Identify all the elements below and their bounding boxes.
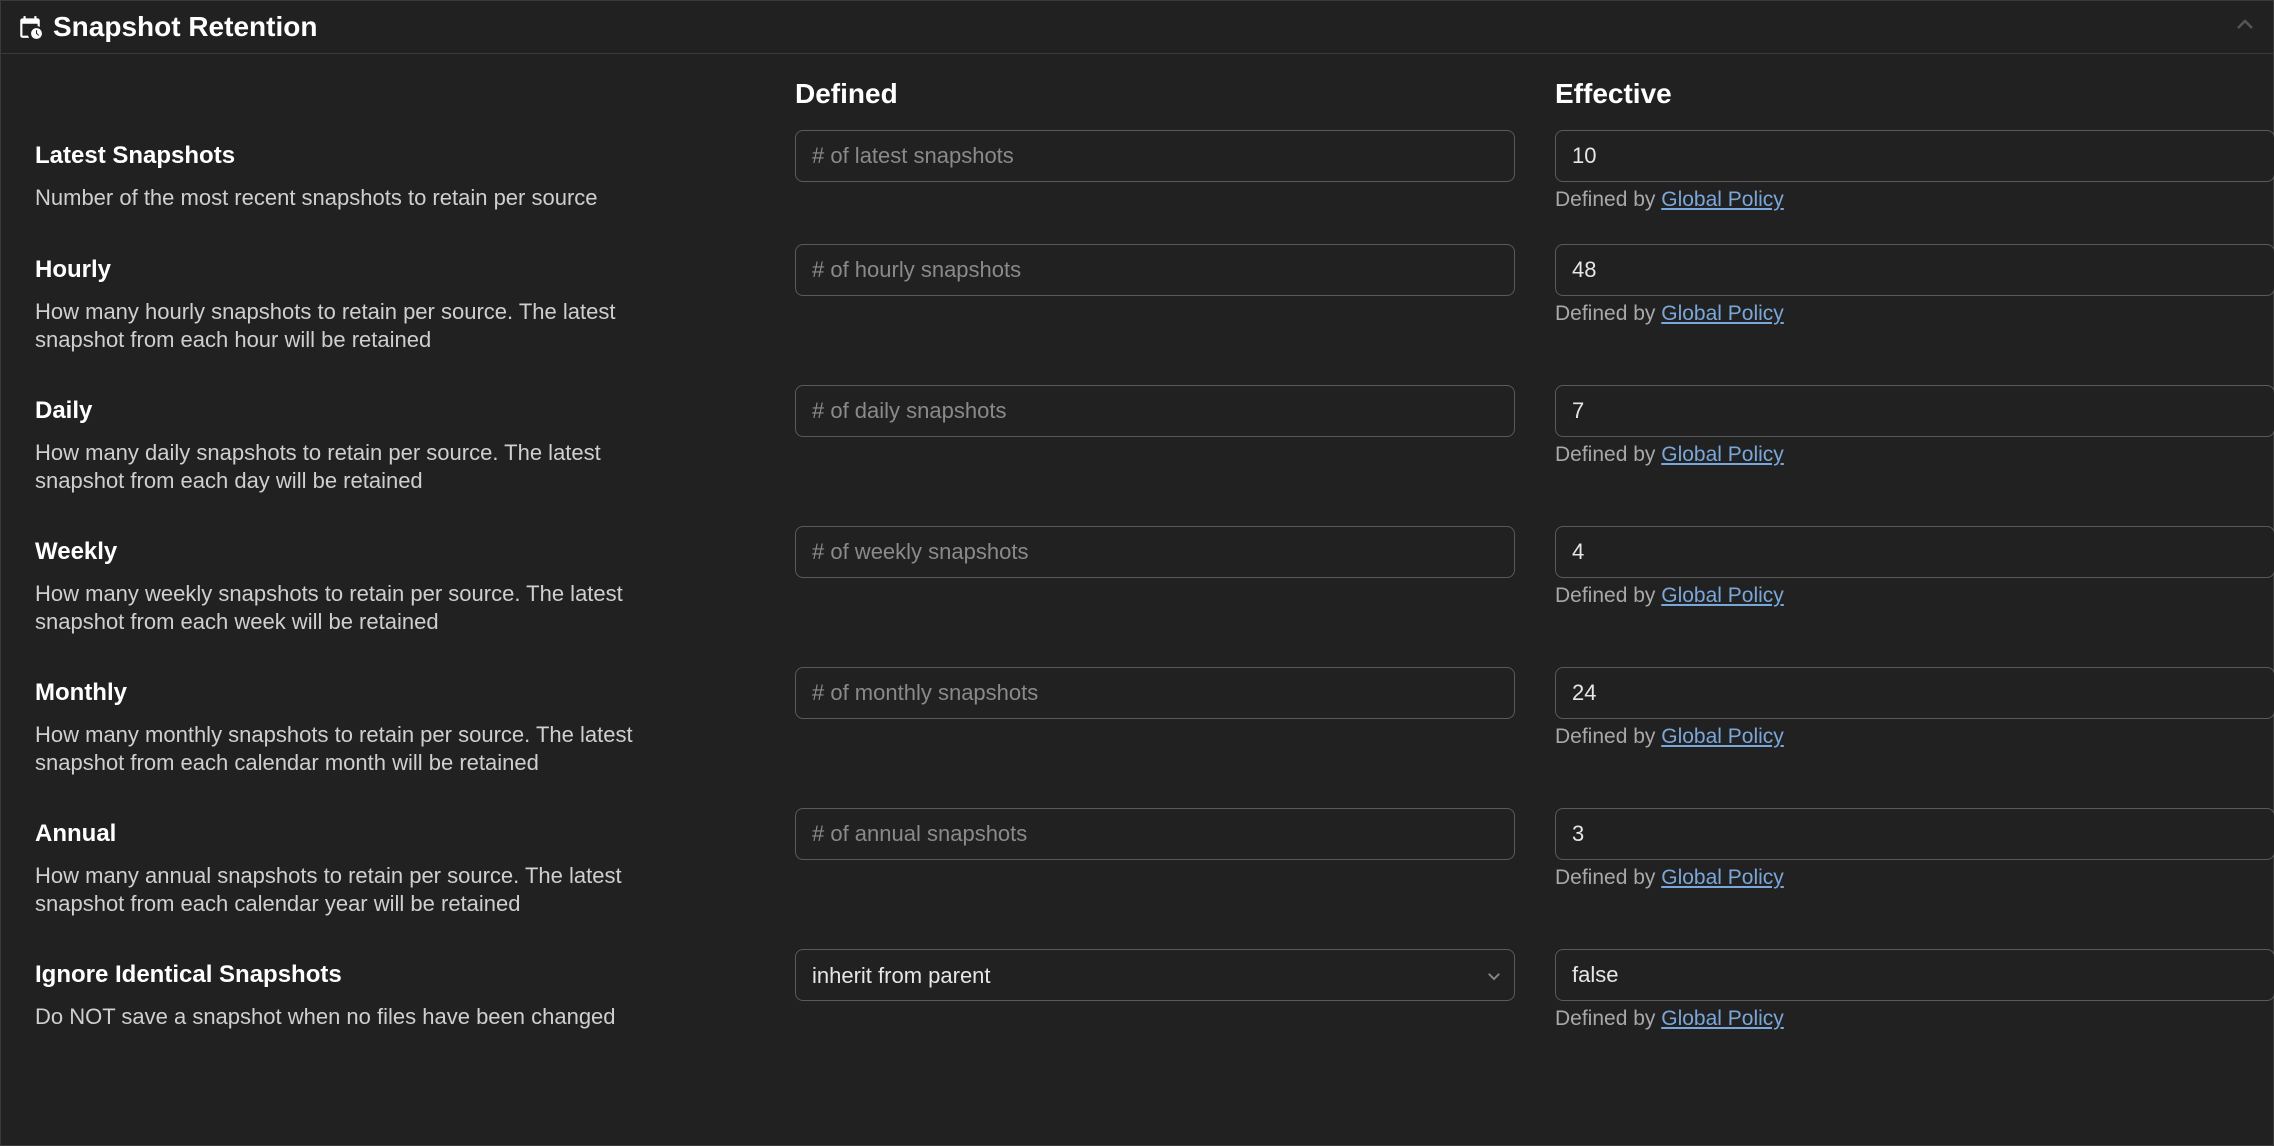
ignore-effective-value [1555,949,2274,1001]
defined-by-prefix: Defined by [1555,1007,1661,1030]
row-latest-label: Latest Snapshots [35,124,795,170]
row-hourly-defined-cell [795,230,1555,353]
row-ignore-label: Ignore Identical Snapshots [35,943,795,989]
row-monthly-desc: How many monthly snapshots to retain per… [35,707,695,776]
annual-defined-input[interactable] [795,808,1515,860]
row-ignore-desc: Do NOT save a snapshot when no files hav… [35,989,695,1031]
hourly-defined-by: Defined by Global Policy [1555,296,2274,326]
panel-header-left: Snapshot Retention [17,11,317,43]
row-daily-label-block: Daily How many daily snapshots to retain… [35,371,795,494]
calendar-clock-icon [17,14,43,40]
hourly-effective-value [1555,244,2274,296]
row-hourly-effective-cell: Defined by Global Policy [1555,230,2274,353]
defined-by-prefix: Defined by [1555,443,1661,466]
settings-grid: Defined Effective Latest Snapshots Numbe… [35,78,2239,1031]
row-daily-defined-cell [795,371,1555,494]
monthly-effective-value [1555,667,2274,719]
row-weekly-effective-cell: Defined by Global Policy [1555,512,2274,635]
global-policy-link[interactable]: Global Policy [1661,866,1784,889]
chevron-up-icon[interactable] [2233,13,2257,42]
row-daily-effective-cell: Defined by Global Policy [1555,371,2274,494]
weekly-effective-value [1555,526,2274,578]
ignore-defined-by: Defined by Global Policy [1555,1001,2274,1031]
panel-body: Defined Effective Latest Snapshots Numbe… [1,54,2273,1071]
row-ignore-defined-cell: inherit from parent [795,935,1555,1031]
defined-by-prefix: Defined by [1555,188,1661,211]
row-daily-label: Daily [35,379,795,425]
panel-header: Snapshot Retention [1,1,2273,54]
defined-by-prefix: Defined by [1555,866,1661,889]
latest-defined-by: Defined by Global Policy [1555,182,2274,212]
latest-effective-value [1555,130,2274,182]
row-latest-effective-cell: Defined by Global Policy [1555,116,2274,212]
global-policy-link[interactable]: Global Policy [1661,188,1784,211]
row-monthly-label-block: Monthly How many monthly snapshots to re… [35,653,795,776]
panel-title: Snapshot Retention [53,11,317,43]
row-weekly-defined-cell [795,512,1555,635]
daily-defined-input[interactable] [795,385,1515,437]
row-annual-defined-cell [795,794,1555,917]
row-ignore-effective-cell: Defined by Global Policy [1555,935,2274,1031]
defined-by-prefix: Defined by [1555,584,1661,607]
monthly-defined-input[interactable] [795,667,1515,719]
row-monthly-effective-cell: Defined by Global Policy [1555,653,2274,776]
row-hourly-label: Hourly [35,238,795,284]
ignore-defined-select[interactable]: inherit from parent [795,949,1515,1001]
daily-defined-by: Defined by Global Policy [1555,437,2274,467]
weekly-defined-input[interactable] [795,526,1515,578]
global-policy-link[interactable]: Global Policy [1661,584,1784,607]
row-weekly-label-block: Weekly How many weekly snapshots to reta… [35,512,795,635]
row-hourly-desc: How many hourly snapshots to retain per … [35,284,695,353]
daily-effective-value [1555,385,2274,437]
annual-defined-by: Defined by Global Policy [1555,860,2274,890]
row-annual-desc: How many annual snapshots to retain per … [35,848,695,917]
global-policy-link[interactable]: Global Policy [1661,725,1784,748]
global-policy-link[interactable]: Global Policy [1661,443,1784,466]
snapshot-retention-panel: Snapshot Retention Defined Effective Lat… [0,0,2274,1146]
defined-by-prefix: Defined by [1555,725,1661,748]
hourly-defined-input[interactable] [795,244,1515,296]
row-daily-desc: How many daily snapshots to retain per s… [35,425,695,494]
monthly-defined-by: Defined by Global Policy [1555,719,2274,749]
row-latest-desc: Number of the most recent snapshots to r… [35,170,695,212]
global-policy-link[interactable]: Global Policy [1661,302,1784,325]
row-weekly-desc: How many weekly snapshots to retain per … [35,566,695,635]
row-latest-label-block: Latest Snapshots Number of the most rece… [35,116,795,212]
row-annual-effective-cell: Defined by Global Policy [1555,794,2274,917]
row-latest-defined-cell [795,116,1555,212]
column-header-effective: Effective [1555,78,2274,116]
row-hourly-label-block: Hourly How many hourly snapshots to reta… [35,230,795,353]
row-annual-label: Annual [35,802,795,848]
latest-defined-input[interactable] [795,130,1515,182]
column-header-defined: Defined [795,78,1555,116]
annual-effective-value [1555,808,2274,860]
global-policy-link[interactable]: Global Policy [1661,1007,1784,1030]
row-monthly-defined-cell [795,653,1555,776]
weekly-defined-by: Defined by Global Policy [1555,578,2274,608]
row-weekly-label: Weekly [35,520,795,566]
row-annual-label-block: Annual How many annual snapshots to reta… [35,794,795,917]
defined-by-prefix: Defined by [1555,302,1661,325]
row-monthly-label: Monthly [35,661,795,707]
row-ignore-label-block: Ignore Identical Snapshots Do NOT save a… [35,935,795,1031]
